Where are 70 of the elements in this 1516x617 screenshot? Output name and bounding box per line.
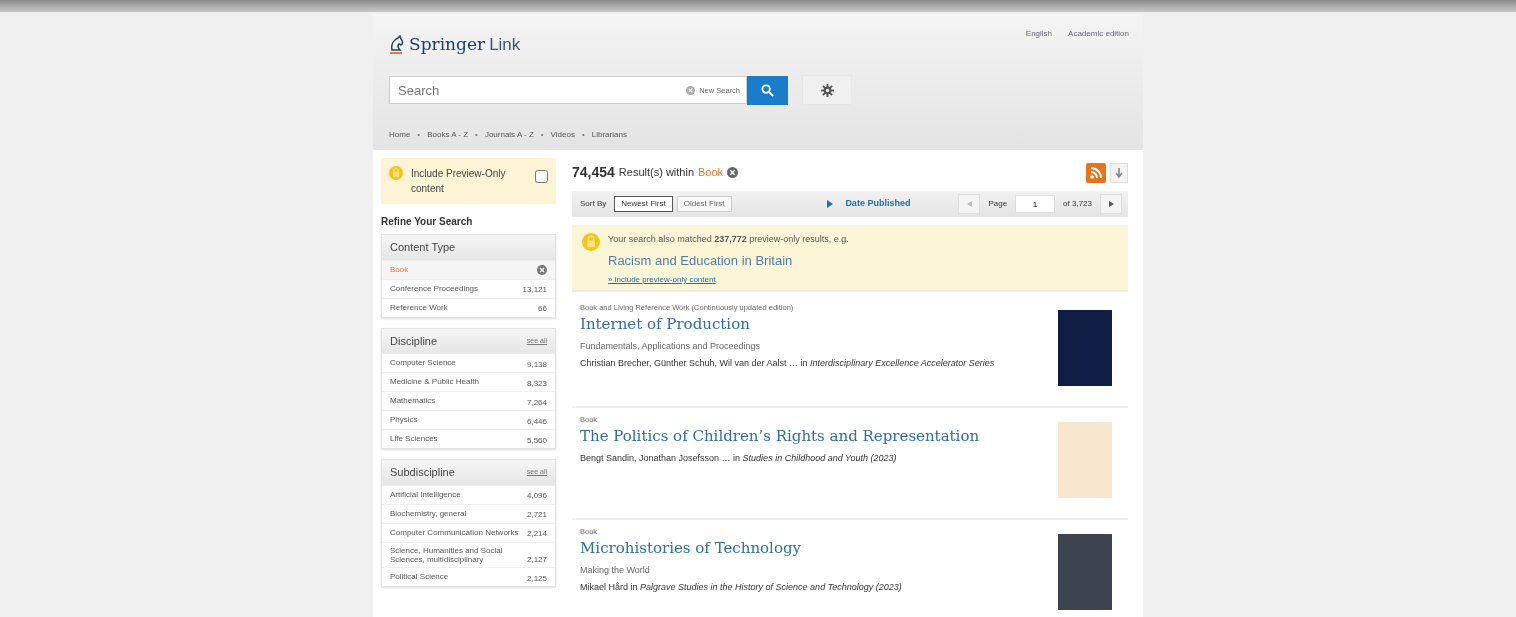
settings-icon bbox=[820, 83, 834, 97]
date-published-sort[interactable]: Date Published bbox=[845, 197, 911, 211]
result-title-link[interactable]: The Politics of Children’s Rights and Representation bbox=[580, 425, 980, 448]
product-name: Link bbox=[489, 34, 521, 56]
horse-head-icon bbox=[389, 34, 405, 55]
facet-item[interactable]: Science, Humanities and Social Sciences, multidisciplinary 2,127 bbox=[382, 541, 555, 567]
facet-item[interactable]: Conference Proceedings 13,121 bbox=[382, 278, 555, 298]
preview-only-label: Include Preview-Only content bbox=[411, 167, 507, 196]
previous-page-button[interactable] bbox=[958, 194, 981, 214]
bullet-separator: • bbox=[581, 129, 585, 142]
filter-label: Book bbox=[698, 165, 724, 181]
result-subtitle: Fundamentals, Applications and Proceedings bbox=[580, 339, 762, 353]
nav-link[interactable]: Librarians bbox=[591, 129, 627, 142]
triangle-icon bbox=[827, 200, 834, 208]
lock-icon bbox=[389, 166, 403, 180]
facet-heading: Subdiscipline bbox=[390, 465, 455, 480]
sort-label: Sort By bbox=[580, 198, 607, 210]
bullet-separator: • bbox=[540, 129, 544, 142]
preview-notice-text: Your search also matched 237,772 preview-only results, e.g. bbox=[608, 233, 849, 246]
facet-heading: Content Type bbox=[390, 240, 456, 255]
facet-item[interactable]: Artificial Intelligence 4,096 bbox=[382, 484, 555, 504]
search-button[interactable] bbox=[747, 75, 788, 105]
download-icon[interactable] bbox=[1110, 162, 1128, 183]
facet-item[interactable]: Reference Work 66 bbox=[382, 297, 555, 317]
remove-icon[interactable] bbox=[537, 264, 547, 275]
result-title-link[interactable]: Internet of Production bbox=[580, 313, 995, 336]
settings-button[interactable] bbox=[802, 75, 852, 106]
bullet-separator: • bbox=[417, 129, 421, 142]
preview-result-link[interactable]: Racism and Education in Britain bbox=[608, 250, 849, 270]
next-page-button[interactable] bbox=[1100, 194, 1122, 214]
facet-item[interactable]: Computer Science 9,138 bbox=[382, 353, 555, 372]
facet-item[interactable]: Biochemistry, general 2,721 bbox=[382, 503, 555, 523]
results-count: 74,454 bbox=[572, 163, 615, 182]
facet-item[interactable]: Mathematics 7,264 bbox=[382, 391, 555, 410]
nav-link[interactable]: Home bbox=[389, 129, 411, 142]
logo[interactable]: Springer Link bbox=[389, 32, 521, 58]
result-subtitle: Making the World bbox=[580, 563, 651, 577]
nav-link[interactable]: Journals A - Z bbox=[484, 129, 534, 142]
facet-item[interactable]: Computer Communication Networks 2,214 bbox=[382, 522, 555, 542]
language-dropdown[interactable]: English bbox=[1025, 28, 1053, 40]
right-triangle-icon bbox=[1108, 201, 1114, 207]
clear-icon[interactable] bbox=[686, 85, 696, 95]
sort-option[interactable]: Oldest First bbox=[676, 196, 732, 212]
facet-item[interactable]: Physics 6,446 bbox=[382, 410, 555, 429]
facet-item[interactable]: Political Science 2,125 bbox=[382, 566, 555, 586]
search-icon bbox=[761, 83, 774, 97]
include-preview-link[interactable]: » include preview-only content bbox=[608, 274, 849, 286]
result-title-link[interactable]: Microhistories of Technology bbox=[580, 537, 902, 560]
refine-heading: Refine Your Search bbox=[381, 215, 474, 229]
result-authors: Christian Brecher, Günther Schuh, Wil van der Aalst … in Interdisciplinary Excellence Accelerator Series bbox=[580, 357, 995, 371]
result-authors: Bengt Sandin, Jonathan Josefsson … in Studies in Childhood and Youth (2023) bbox=[580, 451, 898, 465]
nav-link[interactable]: Videos bbox=[550, 129, 575, 142]
lock-icon bbox=[582, 233, 600, 251]
brand-name: Springer bbox=[409, 33, 486, 56]
page-number-field[interactable]: 1 bbox=[1015, 195, 1056, 213]
facet-heading: Discipline bbox=[390, 333, 438, 349]
edition-dropdown[interactable]: Academic edition bbox=[1068, 28, 1129, 40]
page-label: Page bbox=[988, 198, 1008, 210]
results-within-label: Result(s) within bbox=[618, 165, 694, 181]
page-count: of 3,723 bbox=[1063, 198, 1092, 210]
sort-option[interactable]: Newest First bbox=[614, 196, 673, 212]
facet-item[interactable]: Life Sciences 5,560 bbox=[382, 429, 555, 448]
result-authors: Mikael Hård in Palgrave Studies in the History of Science and Technology (2023) bbox=[580, 581, 902, 595]
left-triangle-icon bbox=[966, 201, 972, 207]
remove-filter-icon[interactable] bbox=[727, 167, 739, 178]
facet-item[interactable]: Medicine & Public Health 8,323 bbox=[382, 372, 555, 391]
rss-icon[interactable] bbox=[1086, 162, 1106, 183]
bullet-separator: • bbox=[475, 129, 478, 142]
nav-link[interactable]: Books A - Z bbox=[427, 129, 469, 142]
preview-only-checkbox[interactable] bbox=[535, 170, 548, 183]
